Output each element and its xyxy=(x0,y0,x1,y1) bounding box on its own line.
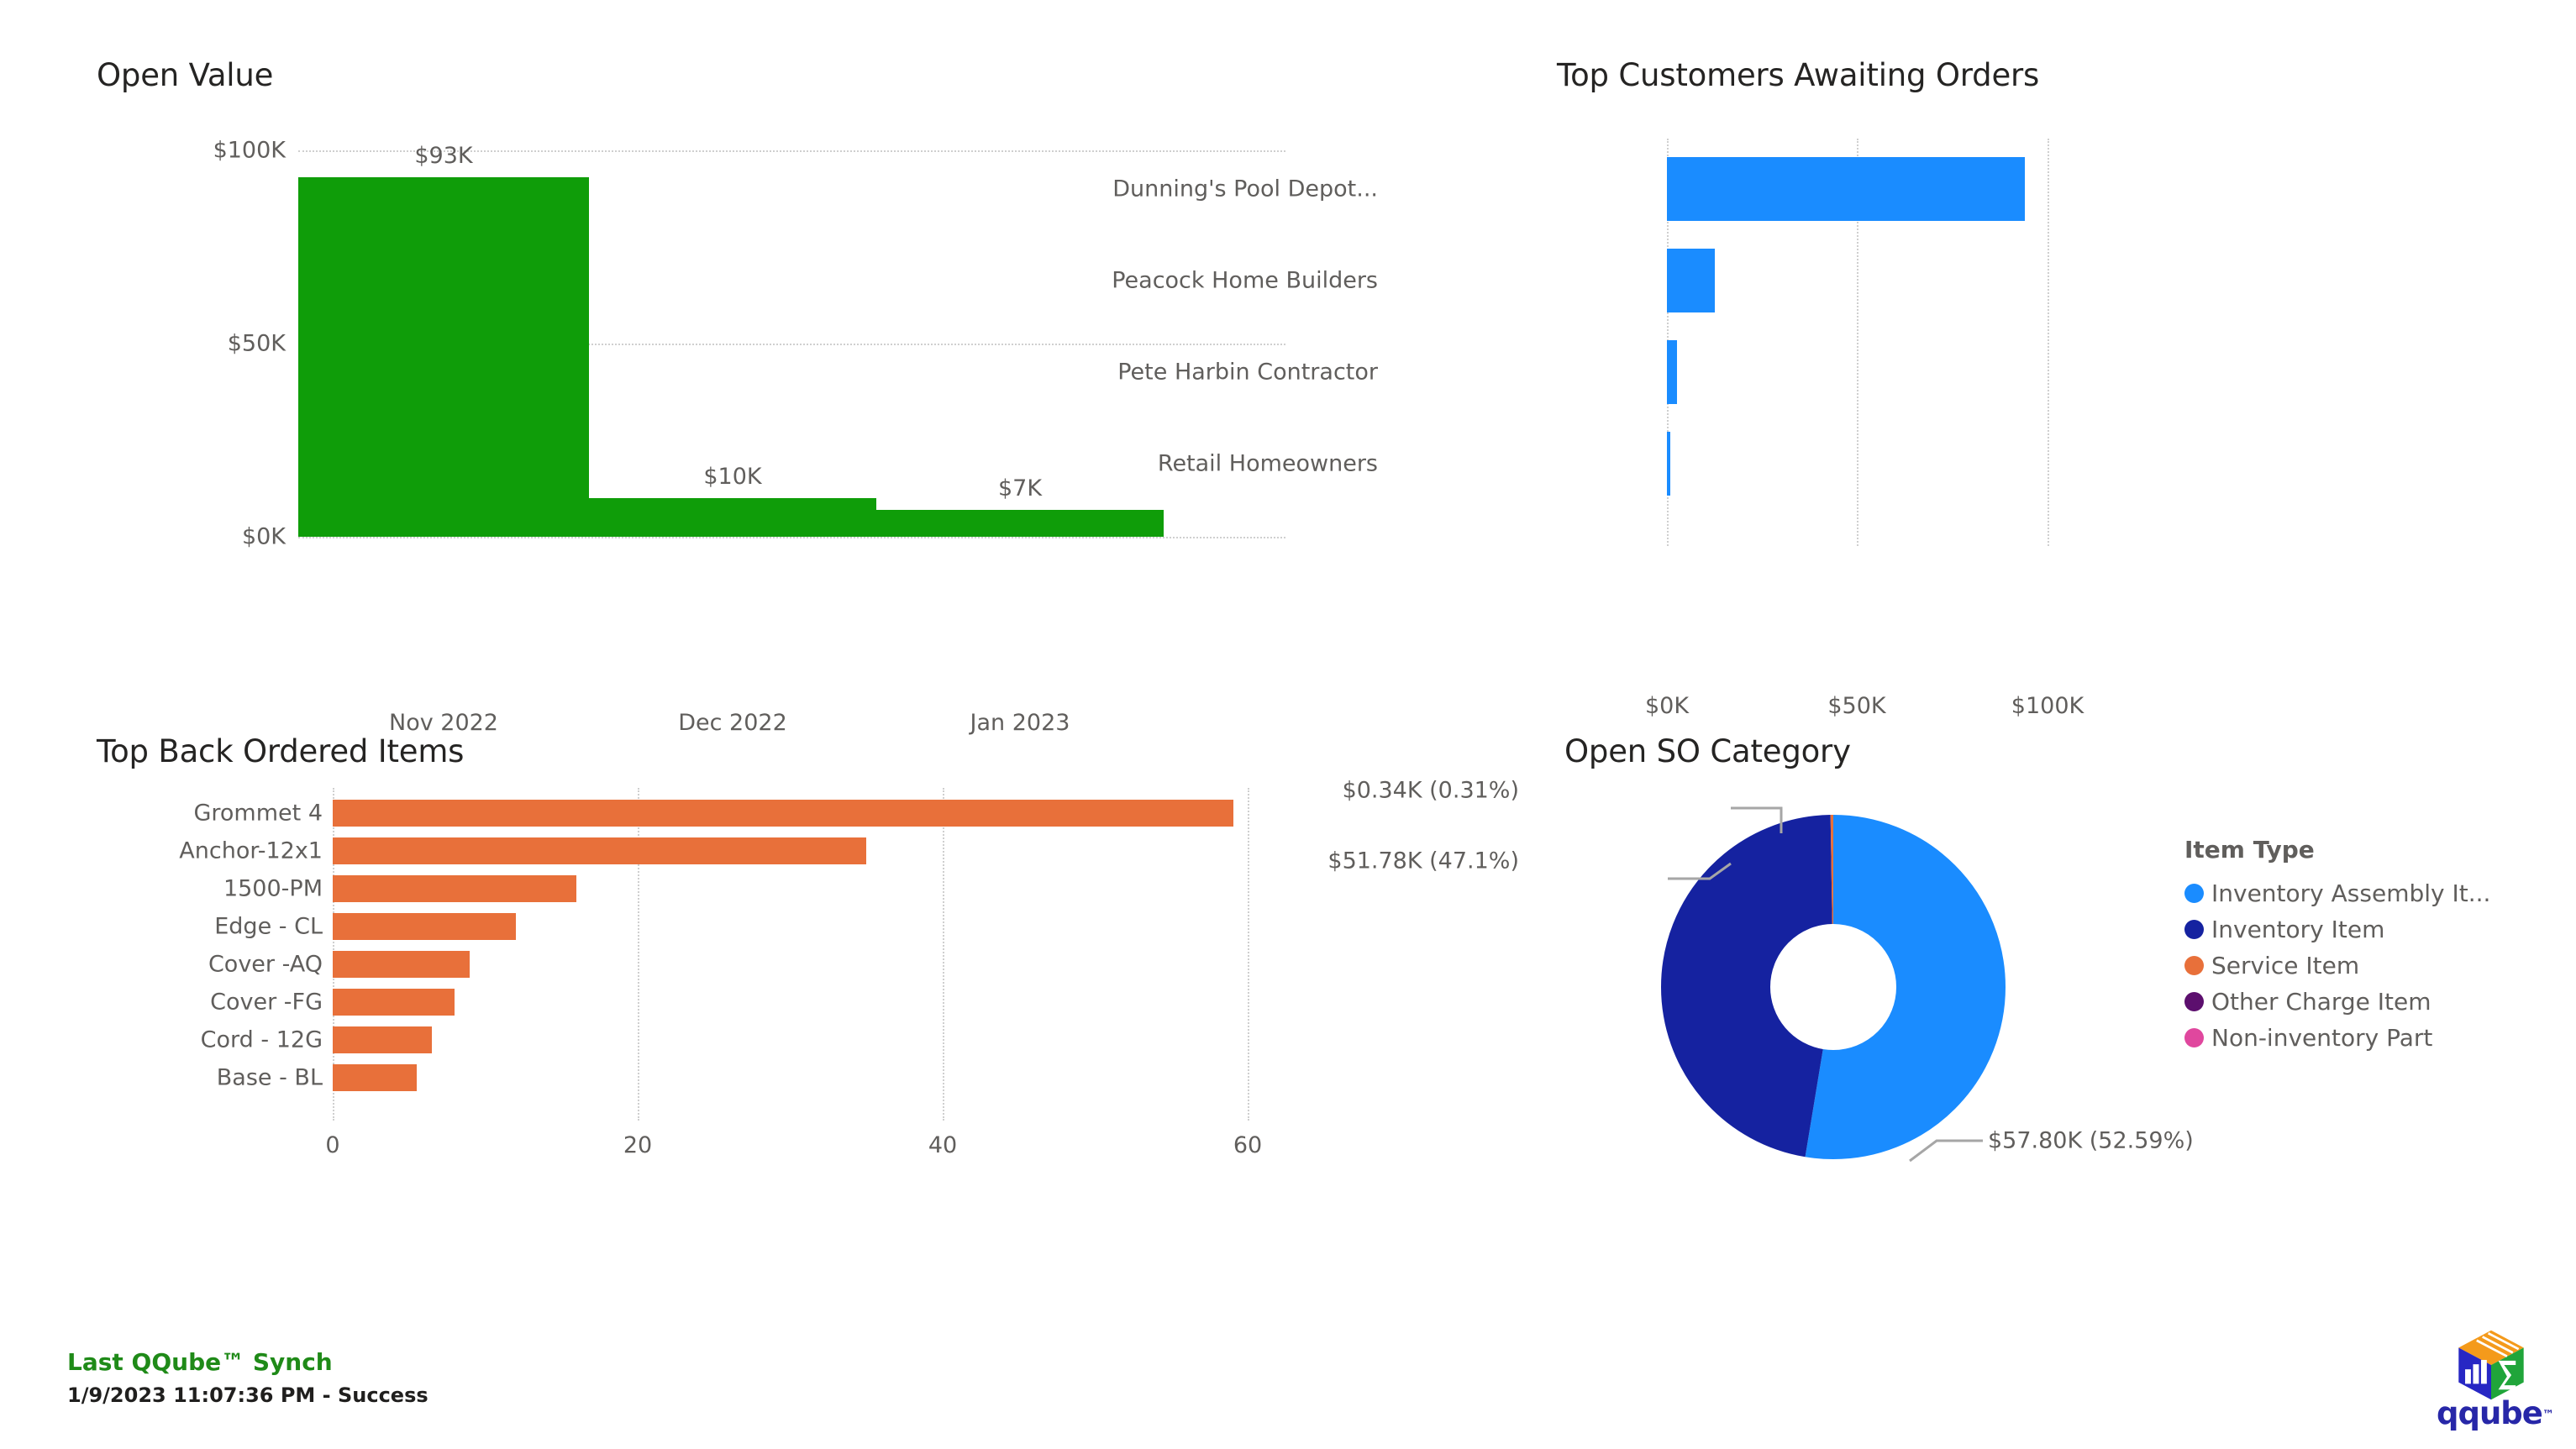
legend-label: Inventory Item xyxy=(2211,916,2385,943)
back-ordered-category-base-bl: Base - BL xyxy=(216,1064,323,1091)
donut-callout-inventory-assembly-item: $57.80K (52.59%) xyxy=(1988,1127,2194,1154)
legend-title: Item Type xyxy=(2184,836,2315,864)
last-synch-status: Last QQube™ Synch 1/9/2023 11:07:36 PM -… xyxy=(67,1348,428,1407)
back-ordered-xtick-20: 20 xyxy=(623,1132,653,1158)
open-value-plot-area: $100K $50K $0K $93K $10K $7K Nov 2022 De… xyxy=(213,138,1285,736)
open-so-category-chart-panel: Open SO Category $0.34K (0.31%) $51.78K … xyxy=(1327,672,2576,1260)
legend-color-swatch-icon xyxy=(2184,920,2204,939)
open-value-title: Open Value xyxy=(97,57,274,93)
legend-item-inventory-item[interactable]: Inventory Item xyxy=(2184,911,2490,948)
top-customers-category-pete-harbin-contractor: Pete Harbin Contractor xyxy=(1117,359,1378,386)
back-ordered-xtick-0: 0 xyxy=(325,1132,340,1158)
back-ordered-items-chart-panel: Top Back Ordered Items Grommet 4 Anchor-… xyxy=(0,672,1378,1260)
legend-color-swatch-icon xyxy=(2184,956,2204,975)
top-customers-title: Top Customers Awaiting Orders xyxy=(1557,57,2040,93)
gridline-60 xyxy=(1248,788,1249,1121)
back-ordered-bar-base-bl[interactable] xyxy=(333,1064,417,1091)
top-customers-chart-panel: Top Customers Awaiting Orders Dunning's … xyxy=(1112,0,2576,719)
legend-color-swatch-icon xyxy=(2184,884,2204,903)
back-ordered-items-title: Top Back Ordered Items xyxy=(97,733,465,769)
legend-label: Non-inventory Part xyxy=(2211,1024,2433,1052)
open-value-chart-panel: Open Value $100K $50K $0K $93K $10K $7K … xyxy=(0,0,1378,736)
qqube-brand-text: qqube xyxy=(2437,1395,2543,1431)
back-ordered-category-cover-fg: Cover -FG xyxy=(210,989,323,1016)
gridline-100k xyxy=(2048,139,2049,546)
top-customers-category-dunnings-pool-depot: Dunning's Pool Depot... xyxy=(1112,176,1378,202)
back-ordered-bar-grommet-4[interactable] xyxy=(333,800,1233,827)
legend-label: Inventory Assembly It... xyxy=(2211,879,2491,907)
top-customers-plot-area: Dunning's Pool Depot... Peacock Home Bui… xyxy=(1112,139,2356,719)
legend-item-service-item[interactable]: Service Item xyxy=(2184,948,2490,984)
back-ordered-bar-cover-fg[interactable] xyxy=(333,989,455,1016)
top-customers-category-peacock-home-builders: Peacock Home Builders xyxy=(1112,267,1378,294)
donut-callout-inventory-item: $51.78K (47.1%) xyxy=(1327,848,1519,874)
back-ordered-category-edge-cl: Edge - CL xyxy=(214,913,323,940)
back-ordered-category-1500-pm: 1500-PM xyxy=(223,875,323,902)
open-value-bar-dec-2022[interactable] xyxy=(589,498,876,537)
open-value-datalabel-jan-2023: $7K xyxy=(997,475,1043,501)
legend-color-swatch-icon xyxy=(2184,1028,2204,1047)
last-synch-timestamp: 1/9/2023 11:07:36 PM - Success xyxy=(67,1383,428,1407)
back-ordered-bar-edge-cl[interactable] xyxy=(333,913,516,940)
top-customers-category-retail-homeowners: Retail Homeowners xyxy=(1157,450,1378,477)
qqube-cube-icon xyxy=(2458,1330,2524,1400)
gridline-0k xyxy=(298,537,1285,538)
back-ordered-bar-cover-aq[interactable] xyxy=(333,951,470,978)
qqube-wordmark: qqube™ xyxy=(2437,1395,2554,1431)
back-ordered-bar-1500-pm[interactable] xyxy=(333,875,576,902)
top-customers-bar-dunnings-pool-depot[interactable] xyxy=(1667,157,2025,221)
open-value-datalabel-dec-2022: $10K xyxy=(703,464,762,490)
back-ordered-category-grommet-4: Grommet 4 xyxy=(193,800,323,827)
legend-item-inventory-assembly-item[interactable]: Inventory Assembly It... xyxy=(2184,875,2490,911)
back-ordered-xtick-40: 40 xyxy=(928,1132,958,1158)
legend-label: Other Charge Item xyxy=(2211,988,2431,1016)
legend-item-other-charge-item[interactable]: Other Charge Item xyxy=(2184,984,2490,1020)
open-value-bar-jan-2023[interactable] xyxy=(876,510,1164,537)
top-customers-bar-retail-homeowners[interactable] xyxy=(1667,432,1670,496)
trademark-icon: ™ xyxy=(2542,1408,2554,1422)
back-ordered-bar-cord-12g[interactable] xyxy=(333,1026,432,1053)
last-synch-title: Last QQube™ Synch xyxy=(67,1348,333,1376)
top-customers-bar-pete-harbin-contractor[interactable] xyxy=(1667,340,1677,404)
top-customers-bar-peacock-home-builders[interactable] xyxy=(1667,249,1715,312)
open-value-ytick-2: $0K xyxy=(241,523,286,550)
open-value-ytick-0: $100K xyxy=(213,137,286,164)
back-ordered-category-cord-12g: Cord - 12G xyxy=(200,1026,323,1053)
qqube-logo: qqube™ xyxy=(2437,1329,2554,1434)
legend-item-non-inventory-part[interactable]: Non-inventory Part xyxy=(2184,1020,2490,1056)
back-ordered-items-plot-area: Grommet 4 Anchor-12x1 1500-PM Edge - CL … xyxy=(179,788,1262,1158)
back-ordered-bar-anchor-12x1[interactable] xyxy=(333,837,866,864)
open-value-bar-nov-2022[interactable] xyxy=(298,177,589,537)
back-ordered-category-anchor-12x1: Anchor-12x1 xyxy=(179,837,323,864)
dashboard-page: Open Value $100K $50K $0K $93K $10K $7K … xyxy=(0,0,2576,1449)
open-so-legend: Item Type Inventory Assembly It... Inven… xyxy=(2184,836,2490,1056)
legend-color-swatch-icon xyxy=(2184,992,2204,1011)
open-so-category-title: Open SO Category xyxy=(1564,733,1851,769)
legend-label: Service Item xyxy=(2211,952,2360,979)
donut-callout-service-item: $0.34K (0.31%) xyxy=(1342,777,1519,804)
gridline-40 xyxy=(943,788,944,1121)
back-ordered-xtick-60: 60 xyxy=(1233,1132,1263,1158)
back-ordered-category-cover-aq: Cover -AQ xyxy=(208,951,323,978)
open-value-datalabel-nov-2022: $93K xyxy=(414,143,473,169)
open-value-ytick-1: $50K xyxy=(227,330,286,357)
